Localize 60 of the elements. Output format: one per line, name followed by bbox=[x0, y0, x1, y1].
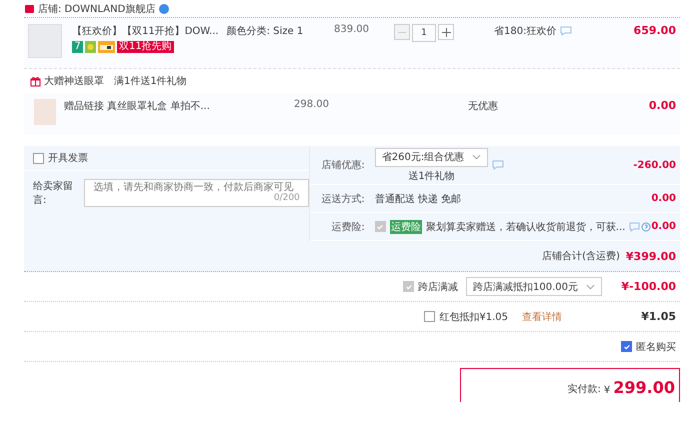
caret-icon bbox=[586, 284, 595, 290]
gift-note: 送1件礼物 bbox=[408, 170, 455, 182]
option-amount: 0.00 bbox=[651, 193, 676, 204]
chat-icon[interactable] bbox=[492, 160, 504, 170]
discount-text: 无优惠 bbox=[468, 100, 498, 113]
checkmark-icon bbox=[622, 342, 630, 350]
gift-photo[interactable] bbox=[34, 99, 56, 125]
details-link[interactable]: 查看详情 bbox=[522, 310, 562, 324]
card-icon bbox=[98, 41, 115, 53]
payment-label: 实付款: bbox=[568, 382, 601, 397]
help-icon[interactable] bbox=[629, 222, 652, 232]
item-total: 659.00 bbox=[632, 24, 677, 37]
increase-button[interactable] bbox=[438, 24, 454, 40]
store-icon bbox=[25, 4, 34, 12]
discount-select[interactable]: 省260元:组合优惠 bbox=[374, 148, 488, 166]
chat-icon[interactable] bbox=[560, 26, 572, 36]
shipping-method: 普通配送 快递 免邮 bbox=[374, 192, 462, 206]
coupon-amount: ¥1.05 bbox=[640, 310, 676, 323]
gift-rule: 满1件送1件礼物 bbox=[114, 74, 187, 88]
option-label: 店铺优惠: bbox=[320, 158, 365, 172]
character-counter: 0/200 bbox=[274, 193, 300, 203]
unit-price: 839.00 bbox=[334, 24, 370, 35]
caret-icon bbox=[472, 154, 482, 160]
product-photo[interactable] bbox=[28, 24, 62, 58]
cross-store-amount: ¥-100.00 bbox=[620, 280, 676, 293]
coupon-deduction-label: 红包抵扣¥1.05 bbox=[439, 310, 508, 324]
days-badge: 7 bbox=[72, 41, 83, 53]
payment-currency: ¥ bbox=[604, 385, 610, 398]
coin-badge-icon bbox=[85, 41, 96, 53]
option-label: 运送方式: bbox=[320, 192, 365, 206]
product-title[interactable]: 【狂欢价】【双11开抢】DOW... bbox=[72, 24, 219, 38]
anonymous-checkbox[interactable] bbox=[621, 341, 632, 352]
insurance-text: 聚划算卖家赠送，若确认收货前退货，可获... bbox=[426, 220, 626, 234]
coupon-checkbox[interactable] bbox=[424, 311, 436, 322]
insurance-tag: 运费险 bbox=[390, 220, 422, 234]
payment-amount: 299.00 bbox=[613, 378, 675, 398]
checkmark-icon bbox=[376, 222, 384, 230]
gift-title[interactable]: 赠品链接 真丝眼罩礼盒 单拍不... bbox=[64, 99, 294, 113]
gift-title: 大赠神送眼罩 bbox=[44, 74, 104, 88]
chat-badge-icon[interactable] bbox=[159, 4, 170, 14]
checkmark-icon bbox=[404, 282, 412, 290]
gift-icon bbox=[30, 76, 41, 86]
unit-price: 298.00 bbox=[294, 99, 330, 110]
invoice-checkbox[interactable] bbox=[33, 152, 44, 164]
anonymous-label: 匿名购买 bbox=[636, 340, 676, 354]
cross-store-label: 跨店满减 bbox=[418, 280, 458, 294]
option-amount: -260.00 bbox=[633, 160, 676, 170]
store-name[interactable]: 店铺: DOWNLAND旗舰店 bbox=[38, 2, 156, 16]
option-amount: 0.00 bbox=[651, 221, 676, 232]
promo-tag: 双11抢先购 bbox=[117, 41, 174, 53]
store-total-label: 店铺合计(含运费) bbox=[542, 250, 620, 263]
discount-text: 省180:狂欢价 bbox=[494, 24, 556, 38]
product-spec: 颜色分类: Size 1 bbox=[226, 24, 304, 38]
quantity-field[interactable]: 1 bbox=[412, 24, 436, 42]
option-label: 运费险: bbox=[330, 220, 365, 234]
message-label: 给卖家留言: bbox=[33, 180, 74, 208]
store-total-amount: ¥399.00 bbox=[626, 250, 676, 262]
invoice-label: 开具发票 bbox=[48, 152, 88, 165]
item-total: 0.00 bbox=[648, 99, 677, 112]
plus-icon bbox=[442, 28, 450, 36]
